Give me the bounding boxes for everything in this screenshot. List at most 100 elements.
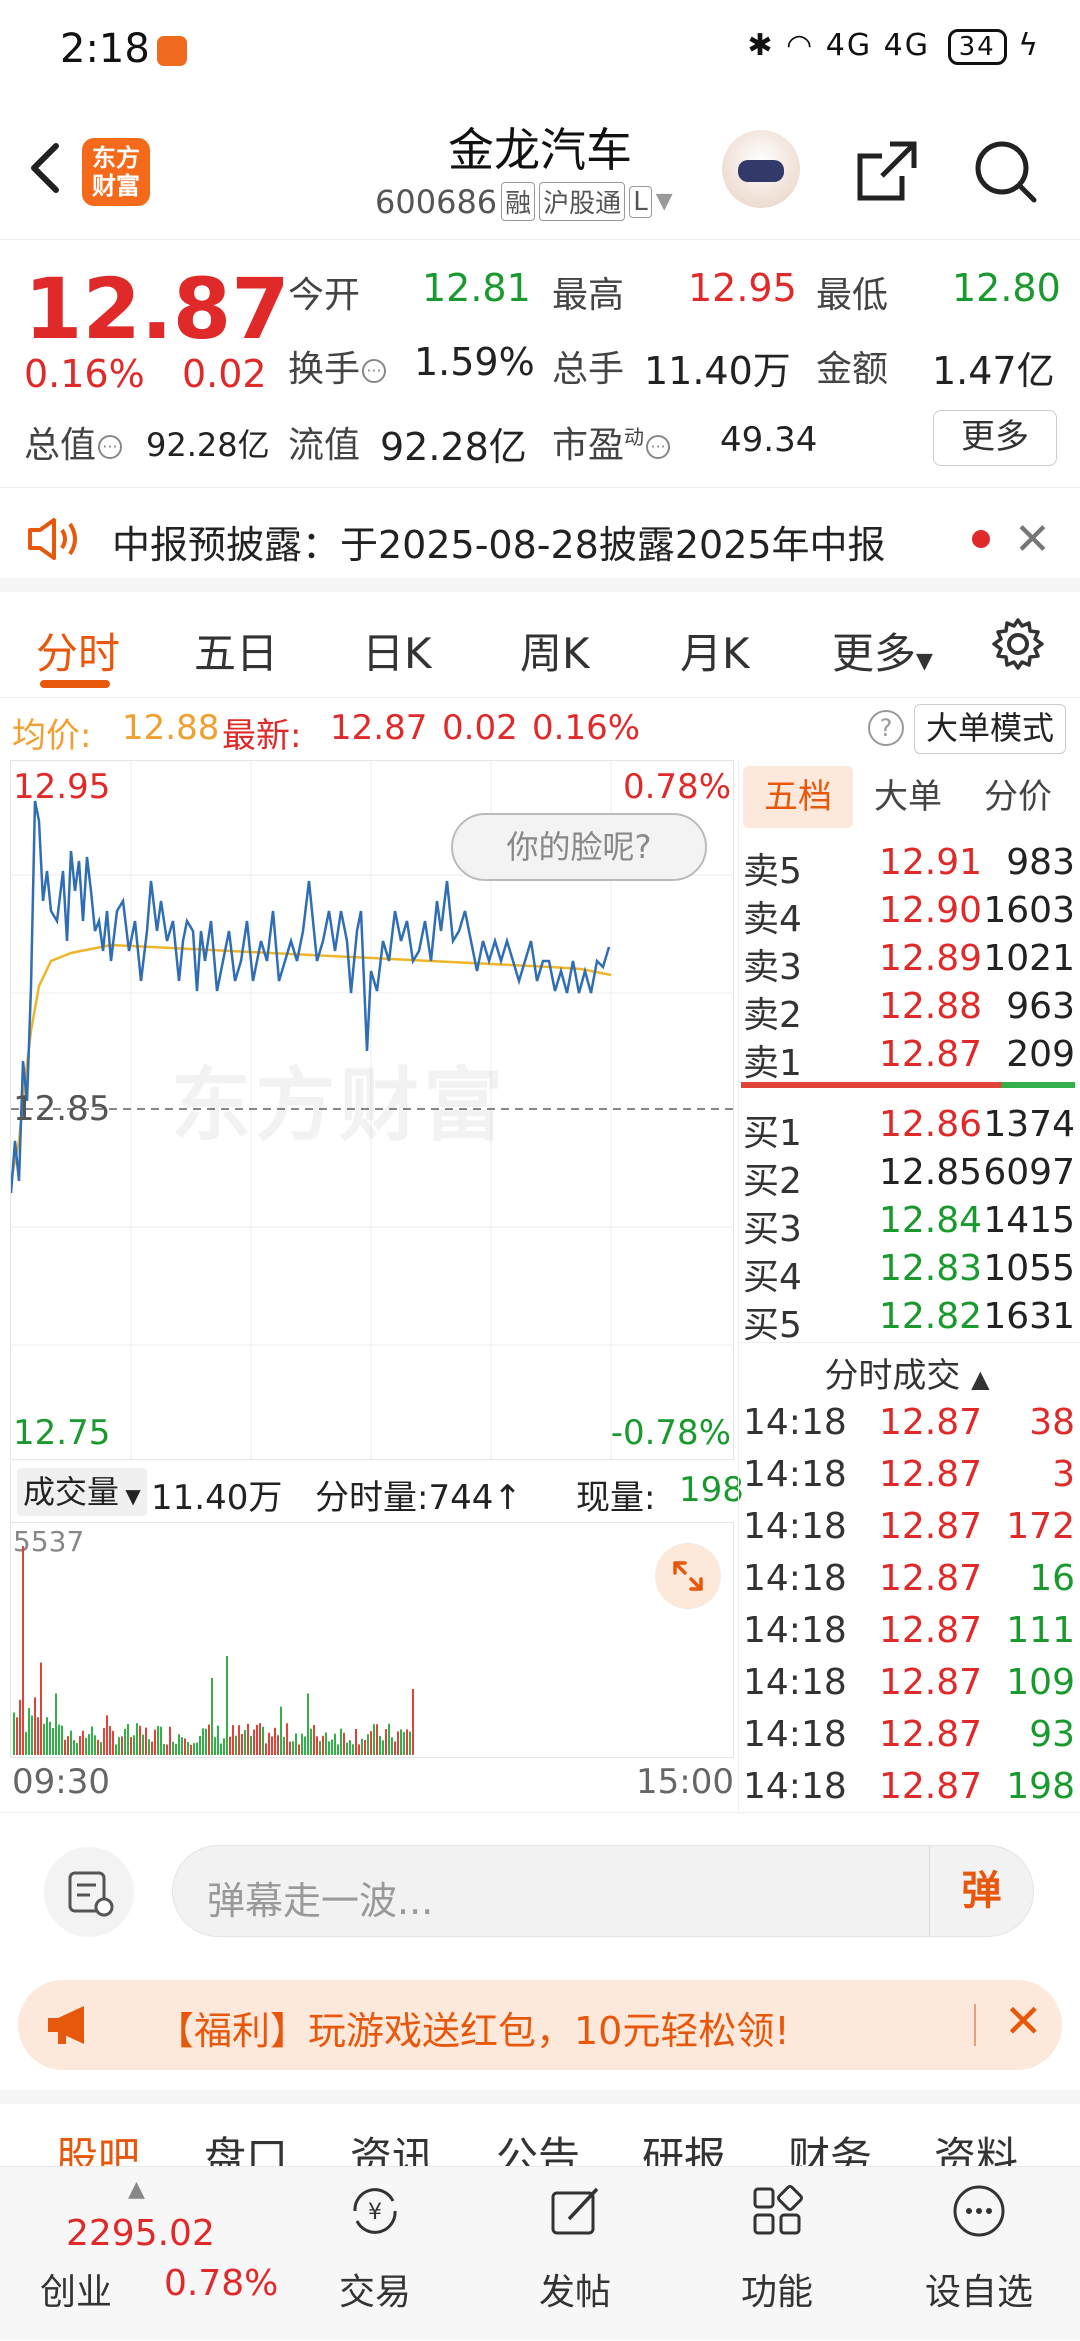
close-icon[interactable]: ✕ (1004, 1994, 1043, 2048)
share-icon[interactable] (852, 136, 922, 206)
tick-row: 14:18 12.87 198 (743, 1766, 1075, 1807)
nav-trade[interactable]: ¥ 交易 (308, 2167, 442, 2341)
app-notification-icon (157, 36, 187, 66)
turnover-label[interactable]: 换手 ··· (288, 340, 388, 392)
tab-daily-k[interactable]: 日K (362, 620, 432, 681)
volume-bar (397, 1731, 399, 1755)
active-tab-indicator (40, 680, 110, 688)
volume-bar (358, 1744, 360, 1755)
index-ticker[interactable]: ▲ 2295.02 创业 0.78% (0, 2167, 300, 2341)
open-label: 今开 (288, 275, 361, 316)
nav-add-watchlist-label: 设自选 (924, 2272, 1033, 2313)
volume-bar (130, 1737, 132, 1755)
volume-chart[interactable]: 5537 (10, 1522, 734, 1758)
tab-monthly-k[interactable]: 月K (680, 620, 750, 681)
tick-row: 14:18 12.87 38 (743, 1402, 1075, 1443)
mktcap-label[interactable]: 总值 ··· (24, 416, 124, 468)
volume-bar (217, 1725, 219, 1755)
volume-bar (208, 1724, 210, 1755)
tab-price-dist[interactable]: 分价 (963, 766, 1073, 828)
volume-bar (223, 1738, 225, 1755)
order-book-tabs: 五档 大单 分价 (739, 766, 1080, 828)
ticks-title[interactable]: 分时成交 ▲ (739, 1348, 1075, 1397)
volume-bar (382, 1740, 384, 1755)
tab-intraday[interactable]: 分时 (36, 620, 120, 681)
promo-banner[interactable]: 【福利】玩游戏送红包，10元轻松领! ✕ (18, 1980, 1062, 2070)
time-start: 09:30 (12, 1762, 110, 1802)
reaction-bubble[interactable]: 你的脸呢? (451, 813, 707, 881)
volume-bar (178, 1734, 180, 1755)
volume-bar (172, 1741, 174, 1755)
ai-assistant-avatar[interactable] (722, 130, 800, 208)
y-axis-min: 12.75 (13, 1413, 111, 1453)
gear-icon[interactable] (990, 616, 1046, 672)
volume-bar (202, 1728, 204, 1755)
volume-bar (196, 1742, 198, 1755)
volume-bar (265, 1743, 267, 1755)
status-bar: 2:18 ✱ ◠ 4G 4G 34 ϟ (0, 0, 1080, 100)
volume-total: 11.40万 (151, 1478, 283, 1518)
volume-bar (349, 1740, 351, 1755)
volume-bar (151, 1741, 153, 1755)
volume-bar (73, 1740, 75, 1755)
volume-bar (118, 1737, 120, 1755)
danmaku-settings-icon[interactable] (44, 1847, 134, 1937)
comment-bar: 弹幕走一波... 弹 (0, 1812, 1080, 1962)
stock-code: 600686 (375, 182, 498, 221)
volume-bar (229, 1736, 231, 1755)
expand-icon[interactable] (655, 1543, 721, 1609)
volume-bar (325, 1732, 327, 1755)
nav-add-watchlist[interactable]: 设自选 (912, 2167, 1046, 2341)
volume-bar (166, 1744, 168, 1755)
volume-indicator-select[interactable]: 成交量 ▼ (17, 1468, 147, 1516)
volume-bar (106, 1715, 108, 1755)
volume-bars (13, 1546, 414, 1755)
danmaku-input[interactable]: 弹幕走一波... 弹 (172, 1845, 1034, 1937)
volume-bar (316, 1736, 318, 1755)
tab-more[interactable]: 更多▼ (832, 620, 933, 681)
more-button[interactable]: 更多 (933, 410, 1057, 466)
caret-up-icon: ▲ (971, 1365, 990, 1393)
danmaku-send-button[interactable]: 弹 (929, 1846, 1033, 1936)
promo-text: 【福利】玩游戏送红包，10元轻松领! (156, 2009, 790, 2053)
big-order-mode-button[interactable]: 大单模式 (914, 704, 1066, 754)
volume-bar (295, 1733, 297, 1755)
volume-bar (40, 1662, 42, 1755)
minute-volume: 分时量:744↑ (315, 1478, 522, 1518)
intraday-chart[interactable]: 东方财富 12.95 0.78% 12.85 12.75 -0.78% 你的脸呢… (10, 760, 734, 1460)
volume-bar (259, 1723, 261, 1755)
close-icon[interactable]: ✕ (1014, 514, 1051, 565)
volume-bar (55, 1693, 57, 1755)
volume-bar (58, 1724, 60, 1755)
tab-five-levels[interactable]: 五档 (743, 766, 853, 828)
search-icon[interactable] (970, 136, 1040, 206)
volume-bar (154, 1729, 156, 1755)
wifi-icon: ◠ (786, 28, 815, 63)
info-icon: ··· (98, 435, 123, 459)
pe-label[interactable]: 市盈动 ··· (552, 416, 672, 468)
volume-bar (232, 1725, 234, 1755)
quote-summary: 12.87 0.16% 0.02 今开 12.81 最高 12.95 最低 12… (0, 240, 1080, 488)
nav-trade-label: 交易 (338, 2272, 411, 2313)
tag-l: L (629, 185, 652, 218)
tab-big-orders[interactable]: 大单 (853, 766, 963, 828)
amount-value: 1.47亿 (932, 349, 1055, 393)
tag-stock-connect: 沪股通 (539, 182, 626, 221)
volume-bar (76, 1743, 78, 1755)
volume-bar (187, 1741, 189, 1755)
nav-post[interactable]: 发帖 (508, 2167, 642, 2341)
tab-5day[interactable]: 五日 (194, 620, 278, 681)
tab-weekly-k[interactable]: 周K (520, 620, 590, 681)
avg-value: 12.88 (122, 708, 220, 748)
volume-bar (337, 1744, 339, 1755)
volume-bar (109, 1726, 111, 1755)
volume-bar (184, 1738, 186, 1755)
help-icon[interactable]: ? (868, 710, 904, 746)
volume-bar (268, 1732, 270, 1755)
nav-functions[interactable]: 功能 (710, 2167, 844, 2341)
bid-row: 买2 12.85 6097 (743, 1152, 1075, 1202)
volume-bar (364, 1739, 366, 1755)
stock-code-row[interactable]: 600686 融 沪股通 L ▼ (375, 182, 673, 221)
volume-bar (277, 1735, 279, 1755)
announcement-bar[interactable]: 中报预披露：于2025-08-28披露2025年中报 ✕ (0, 488, 1080, 592)
